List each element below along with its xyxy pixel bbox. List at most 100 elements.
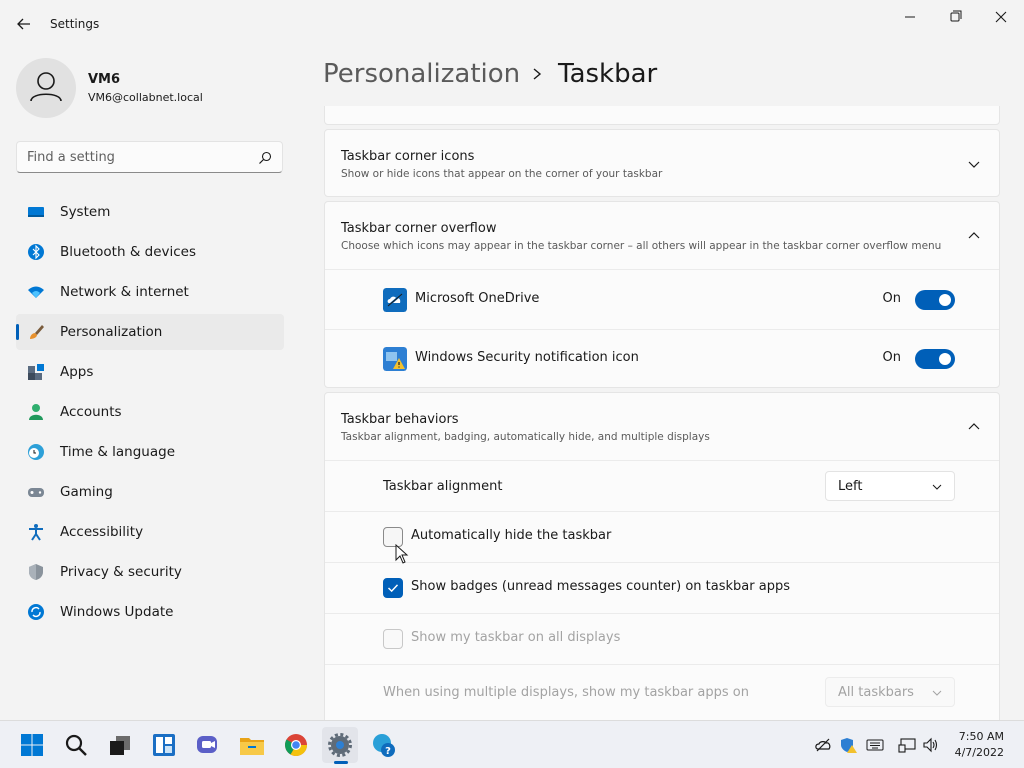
chrome-icon[interactable] [278, 727, 314, 763]
avatar[interactable] [16, 58, 76, 118]
multi-display-dropdown[interactable]: All taskbars [825, 677, 955, 707]
row-label: Windows Security notification icon [415, 350, 639, 365]
mouse-cursor-icon [395, 544, 409, 564]
sidebar-item-gaming[interactable]: Gaming [16, 474, 284, 510]
row-label: Show badges (unread messages counter) on… [411, 579, 790, 594]
windows-taskbar: ? 7:50 AM 4/7/2022 [0, 720, 1024, 768]
accessibility-icon [29, 524, 43, 541]
apps-icon [28, 364, 44, 380]
chevron-down-icon [932, 690, 942, 696]
collapsed-card-previous [324, 106, 1000, 125]
sidebar-item-network-internet[interactable]: Network & internet [16, 274, 284, 310]
page-title: Taskbar [558, 59, 658, 89]
dropdown-value: Left [838, 479, 863, 494]
clock-time[interactable]: 7:50 AM [959, 730, 1004, 743]
sidebar-item-label: System [60, 204, 111, 220]
accounts-icon [29, 404, 43, 420]
volume-icon[interactable] [922, 737, 940, 753]
settings-icon[interactable] [322, 727, 358, 763]
chevron-down-icon[interactable] [967, 157, 981, 171]
row-label: Microsoft OneDrive [415, 291, 540, 306]
keyboard-icon[interactable] [866, 737, 884, 753]
card-title: Taskbar corner icons [341, 149, 475, 164]
clock-date[interactable]: 4/7/2022 [955, 746, 1004, 759]
sidebar-item-label: Personalization [60, 324, 163, 340]
sidebar-item-label: Bluetooth & devices [60, 244, 197, 260]
gamepad-icon [28, 488, 44, 497]
toggle-state-label: On [882, 291, 901, 306]
security-warning-icon [383, 347, 407, 371]
onedrive-toggle[interactable] [915, 290, 955, 310]
clock-globe-icon [28, 444, 44, 460]
minimize-button[interactable] [887, 6, 933, 28]
close-button[interactable] [978, 6, 1024, 28]
sidebar-item-label: Windows Update [60, 604, 174, 620]
teams-chat-icon[interactable] [190, 727, 226, 763]
sidebar-item-time-language[interactable]: Time & language [16, 434, 284, 470]
file-explorer-icon[interactable] [234, 727, 270, 763]
sidebar-item-windows-update[interactable]: Windows Update [16, 594, 284, 630]
card-corner-icons[interactable]: Taskbar corner icons Show or hide icons … [324, 129, 1000, 197]
sidebar-item-bluetooth-devices[interactable]: Bluetooth & devices [16, 234, 284, 270]
list-item-onedrive: Microsoft OneDrive On [325, 269, 999, 329]
back-arrow-icon[interactable] [14, 14, 34, 34]
onedrive-icon [383, 288, 407, 312]
title-bar: Settings [0, 0, 1024, 48]
sidebar-item-privacy-security[interactable]: Privacy & security [16, 554, 284, 590]
user-name: VM6 [88, 72, 121, 87]
start-icon[interactable] [14, 727, 50, 763]
sidebar-item-label: Privacy & security [60, 564, 182, 580]
row-label: Show my taskbar on all displays [411, 630, 621, 645]
card-title: Taskbar behaviors [341, 412, 459, 427]
breadcrumb-parent[interactable]: Personalization [323, 59, 520, 89]
sidebar-item-label: Accounts [60, 404, 122, 420]
chevron-down-icon [932, 484, 942, 490]
row-label: Automatically hide the taskbar [411, 528, 612, 543]
sidebar-item-accounts[interactable]: Accounts [16, 394, 284, 430]
search-input[interactable] [27, 148, 247, 166]
svg-text:?: ? [385, 746, 391, 757]
sidebar-item-apps[interactable]: Apps [16, 354, 284, 390]
sidebar-item-system[interactable]: System [16, 194, 284, 230]
search-icon[interactable] [58, 727, 94, 763]
chevron-up-icon[interactable] [967, 229, 981, 243]
widgets-icon[interactable] [146, 727, 182, 763]
taskbar-alignment-dropdown[interactable]: Left [825, 471, 955, 501]
app-title: Settings [50, 17, 100, 31]
dropdown-value: All taskbars [838, 685, 914, 700]
card-title: Taskbar corner overflow [341, 221, 497, 236]
windows-security-toggle[interactable] [915, 349, 955, 369]
card-description: Show or hide icons that appear on the co… [341, 168, 663, 180]
sidebar-item-accessibility[interactable]: Accessibility [16, 514, 284, 550]
onedrive-offline-icon[interactable] [814, 737, 832, 753]
chevron-up-icon[interactable] [967, 420, 981, 434]
card-taskbar-behaviors: Taskbar behaviors Taskbar alignment, bad… [324, 392, 1000, 720]
update-icon [28, 604, 44, 620]
settings-content: Taskbar corner icons Show or hide icons … [324, 106, 1000, 720]
brush-icon [30, 325, 44, 339]
task-view-icon[interactable] [102, 727, 138, 763]
get-help-icon[interactable]: ? [366, 727, 402, 763]
all-displays-checkbox[interactable] [383, 629, 403, 649]
show-badges-checkbox[interactable] [383, 578, 403, 598]
maximize-button[interactable] [932, 6, 978, 28]
active-app-indicator [334, 761, 348, 764]
bluetooth-icon [28, 244, 44, 260]
sidebar-item-label: Network & internet [60, 284, 189, 300]
sidebar-item-label: Gaming [60, 484, 113, 500]
row-label: Taskbar alignment [383, 479, 503, 494]
row-label: When using multiple displays, show my ta… [383, 685, 749, 700]
security-warning-tray-icon[interactable] [839, 737, 857, 753]
search-box[interactable] [16, 141, 283, 173]
sidebar-item-label: Apps [60, 364, 94, 380]
chevron-right-icon [533, 68, 542, 80]
sidebar-item-label: Time & language [60, 444, 176, 460]
sidebar-item-personalization[interactable]: Personalization [16, 314, 284, 350]
user-icon [30, 72, 62, 102]
card-description: Choose which icons may appear in the tas… [341, 240, 942, 252]
network-icon[interactable] [898, 737, 916, 753]
sidebar-nav: System Bluetooth & devices Network & int… [16, 194, 284, 634]
wifi-icon [28, 286, 44, 298]
search-icon[interactable] [257, 150, 273, 166]
row-auto-hide: Automatically hide the taskbar [325, 511, 999, 562]
